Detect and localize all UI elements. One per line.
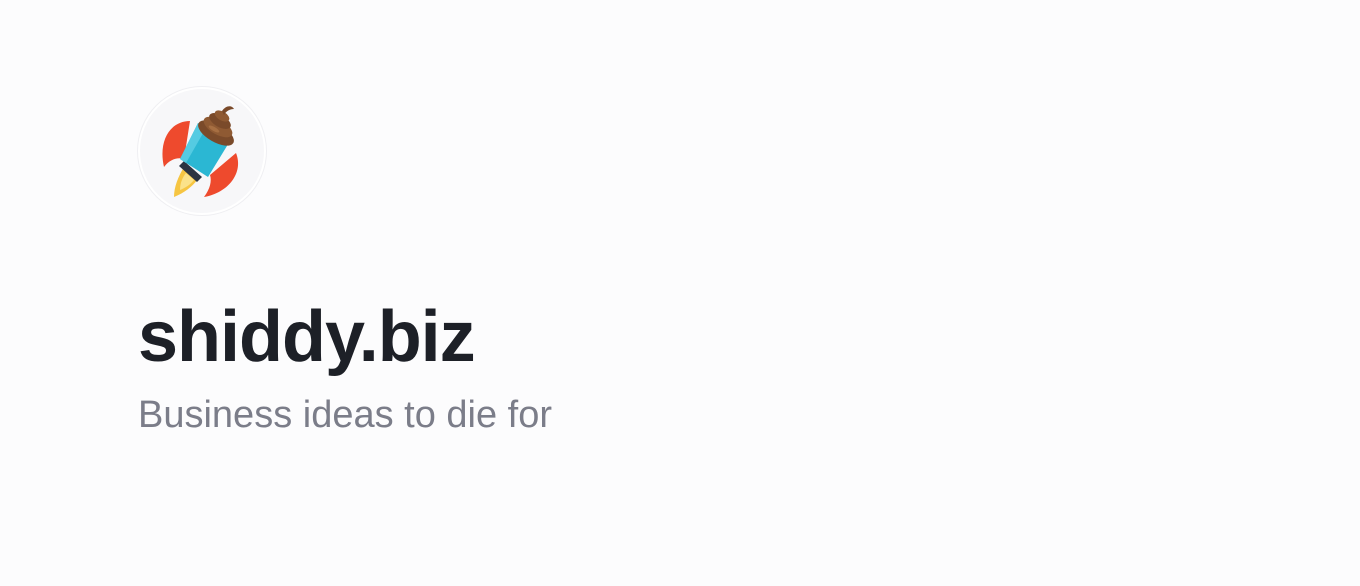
site-title: shiddy.biz [138,297,476,377]
site-logo [138,87,266,215]
rocket-poop-icon [162,106,239,197]
hero-section: shiddy.biz Business ideas to die for [138,87,838,436]
site-tagline: Business ideas to die for [138,394,553,436]
